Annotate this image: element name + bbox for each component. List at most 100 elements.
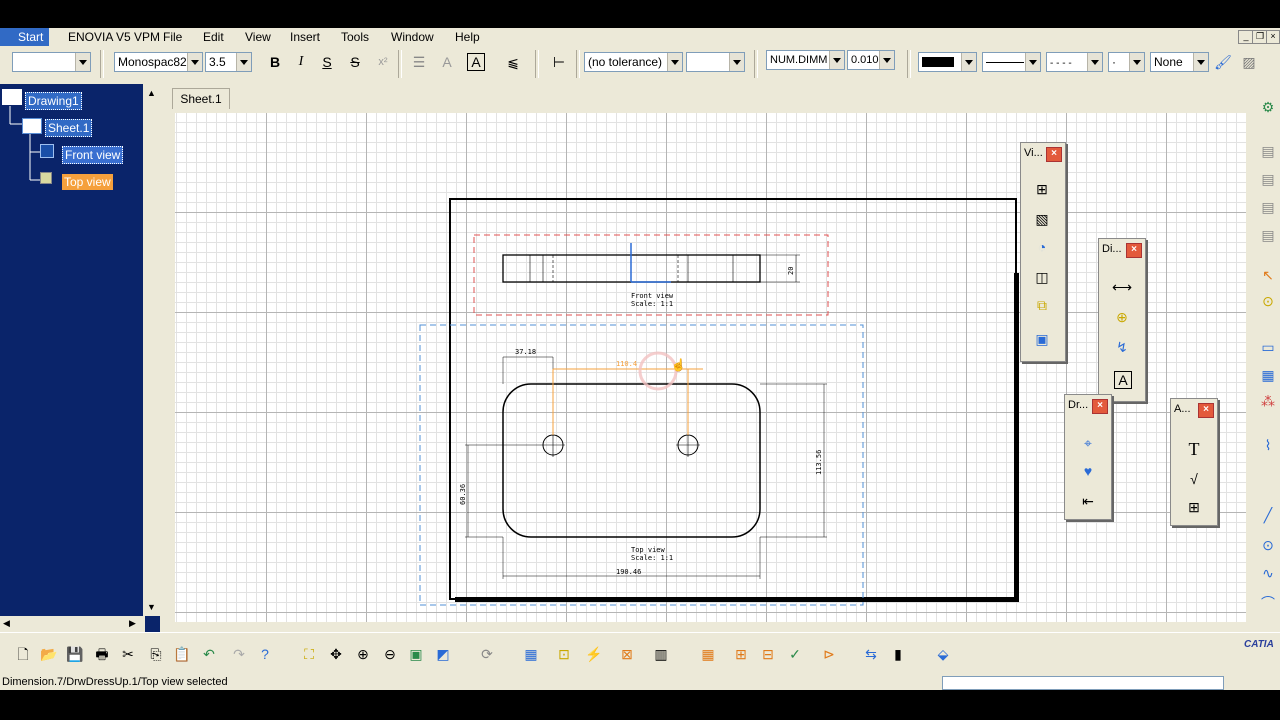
fit-all-icon[interactable]: ⛶ — [298, 643, 320, 665]
cut-icon[interactable]: ✂ — [117, 643, 139, 665]
front-view-tool-icon[interactable]: ⊞ — [1030, 177, 1054, 201]
dimension-system-icon[interactable]: ▥ — [650, 643, 672, 665]
menu-insert[interactable]: Insert — [290, 30, 320, 44]
superscript-button[interactable]: x² — [372, 51, 394, 73]
dimensioning-palette[interactable]: Di... × ⟷ ⊕ ↯ A — [1098, 238, 1146, 402]
scroll-up-icon[interactable]: ▲ — [147, 88, 156, 98]
font-name-select[interactable]: Monospac821 — [114, 52, 203, 72]
dimensions-icon[interactable]: ⟷ — [1110, 275, 1134, 299]
circle-icon[interactable]: ⊙ — [1257, 534, 1279, 556]
numeric-display-select[interactable]: NUM.DIMM — [766, 50, 845, 70]
sheet-tool-icon[interactable]: ▤ — [1257, 168, 1279, 190]
view-wizard-icon[interactable]: ▣ — [1030, 327, 1054, 351]
open-folder-icon[interactable]: 📂 — [38, 643, 60, 665]
close-icon[interactable]: × — [1046, 147, 1062, 162]
scroll-down-icon[interactable]: ▼ — [147, 602, 156, 612]
sheet-tool-icon[interactable]: ▤ — [1257, 224, 1279, 246]
grid-display-icon[interactable]: ▦ — [520, 643, 542, 665]
menu-tools[interactable]: Tools — [341, 30, 369, 44]
style-select[interactable] — [12, 52, 91, 72]
italic-button[interactable]: I — [290, 51, 312, 73]
clipping-view-icon[interactable]: ◫ — [1030, 265, 1054, 289]
position-icon[interactable]: ⇆ — [860, 643, 882, 665]
rectangle-icon[interactable]: ▭ — [1257, 336, 1279, 358]
spline-icon[interactable]: ∿ — [1257, 562, 1279, 584]
copy-icon[interactable]: ⎘ — [145, 643, 167, 665]
point-select[interactable]: · — [1108, 52, 1145, 72]
tolerance-select[interactable]: (no tolerance) — [584, 52, 683, 72]
thickness-select[interactable]: - - - - — [1046, 52, 1103, 72]
text-icon[interactable]: T — [1182, 437, 1206, 461]
bold-button[interactable]: B — [264, 51, 286, 73]
gear-icon[interactable]: ⚙ — [1257, 96, 1279, 118]
center-line-icon[interactable]: ⌖ — [1076, 431, 1100, 455]
snap-icon[interactable]: ⊙ — [1257, 290, 1279, 312]
sheet-tool-icon[interactable]: ▤ — [1257, 196, 1279, 218]
zoom-out-icon[interactable]: ⊖ — [379, 643, 401, 665]
menu-help[interactable]: Help — [455, 30, 480, 44]
grid-icon[interactable]: ▦ — [1257, 364, 1279, 386]
area-fill-icon[interactable]: ♥ — [1076, 459, 1100, 483]
scroll-right-icon[interactable]: ▶ — [129, 618, 136, 629]
text-size-icon[interactable]: A — [436, 51, 458, 73]
close-icon[interactable]: × — [1126, 243, 1142, 258]
layer-select[interactable]: None — [1150, 52, 1209, 72]
normal-view-icon[interactable]: ◩ — [432, 643, 454, 665]
tree-node-top-view[interactable]: Top view — [62, 174, 113, 190]
hatch-icon[interactable]: ▨ — [1238, 51, 1260, 73]
dress-up-palette[interactable]: Dr... × ⌖ ♥ ⇤ — [1064, 394, 1112, 520]
filter-icon[interactable]: ⚡ — [583, 643, 605, 665]
pointer-icon[interactable]: ↖ — [1257, 264, 1279, 286]
menu-edit[interactable]: Edit — [203, 30, 224, 44]
zoom-area-icon[interactable]: ▣ — [405, 643, 427, 665]
close-icon[interactable]: × — [1198, 403, 1214, 418]
pan-icon[interactable]: ✥ — [325, 643, 347, 665]
arrow-icon[interactable]: ⇤ — [1076, 489, 1100, 513]
align-left-icon[interactable]: ☰ — [408, 51, 430, 73]
tree-vertical-scrollbar[interactable]: ▲ ▼ — [143, 84, 160, 616]
strikethrough-button[interactable]: S — [344, 51, 366, 73]
tree-node-drawing[interactable]: Drawing1 — [25, 92, 82, 110]
line-icon[interactable]: ╱ — [1257, 504, 1279, 526]
zoom-in-icon[interactable]: ⊕ — [352, 643, 374, 665]
sketch-grid-icon[interactable]: ▦ — [697, 643, 719, 665]
sheet-tool-icon[interactable]: ▤ — [1257, 140, 1279, 162]
paste-icon[interactable]: 📋 — [171, 643, 193, 665]
scroll-left-icon[interactable]: ◀ — [3, 618, 10, 629]
datum-feature-icon[interactable]: A — [1114, 371, 1132, 389]
views-palette[interactable]: Vi... × ⊞ ▧ ◔ ◫ ⧉ ▣ — [1020, 142, 1066, 362]
linetype-select[interactable] — [982, 52, 1041, 72]
dimension-edit-icon[interactable]: ↯ — [1110, 335, 1134, 359]
analysis-icon[interactable]: ⊡ — [553, 643, 575, 665]
painter-icon[interactable]: 🖌 — [1212, 51, 1234, 73]
constraint-icon[interactable]: ⁂ — [1257, 390, 1279, 412]
new-file-icon[interactable]: 🗋 — [12, 643, 34, 665]
redo-icon[interactable]: ↷ — [228, 643, 250, 665]
help-icon[interactable]: ? — [254, 643, 276, 665]
lock-icon[interactable]: ▮ — [887, 643, 909, 665]
frame-button[interactable]: A — [467, 53, 485, 71]
tolerance-value-select[interactable] — [686, 52, 745, 72]
drawing-sheet[interactable]: 20 Front view Scale: 1:1 37.18 110.4 ☝ 6… — [175, 113, 1246, 622]
roughness-symbol-icon[interactable]: √ — [1182, 467, 1206, 491]
precision-select[interactable]: 0.0100 — [847, 50, 895, 70]
anchor-point-icon[interactable]: ⫹ — [502, 51, 524, 73]
tree-node-sheet[interactable]: Sheet.1 — [45, 119, 93, 137]
curve-icon[interactable]: ⌒ — [1257, 592, 1279, 614]
start-menu[interactable]: Start — [0, 28, 50, 46]
font-size-select[interactable]: 3.5 — [205, 52, 252, 72]
tree-horizontal-scrollbar[interactable]: ◀ ▶ — [0, 616, 145, 632]
measure-icon[interactable]: ⬙ — [932, 643, 954, 665]
menu-view[interactable]: View — [245, 30, 271, 44]
table-icon[interactable]: ⊞ — [1182, 495, 1206, 519]
tree-node-front-view[interactable]: Front view — [62, 146, 124, 164]
generated-items-icon[interactable]: ⊠ — [616, 643, 638, 665]
analysis-display-icon[interactable]: ⊟ — [757, 643, 779, 665]
broken-view-icon[interactable]: ⧉ — [1030, 293, 1054, 317]
dimension-line-icon[interactable]: ⊢ — [548, 51, 570, 73]
snap-to-point-icon[interactable]: ⊞ — [730, 643, 752, 665]
menu-window[interactable]: Window — [391, 30, 434, 44]
close-icon[interactable]: × — [1092, 399, 1108, 414]
annotations-palette[interactable]: A... × T √ ⊞ — [1170, 398, 1218, 526]
print-icon[interactable]: 🖶 — [91, 643, 113, 665]
